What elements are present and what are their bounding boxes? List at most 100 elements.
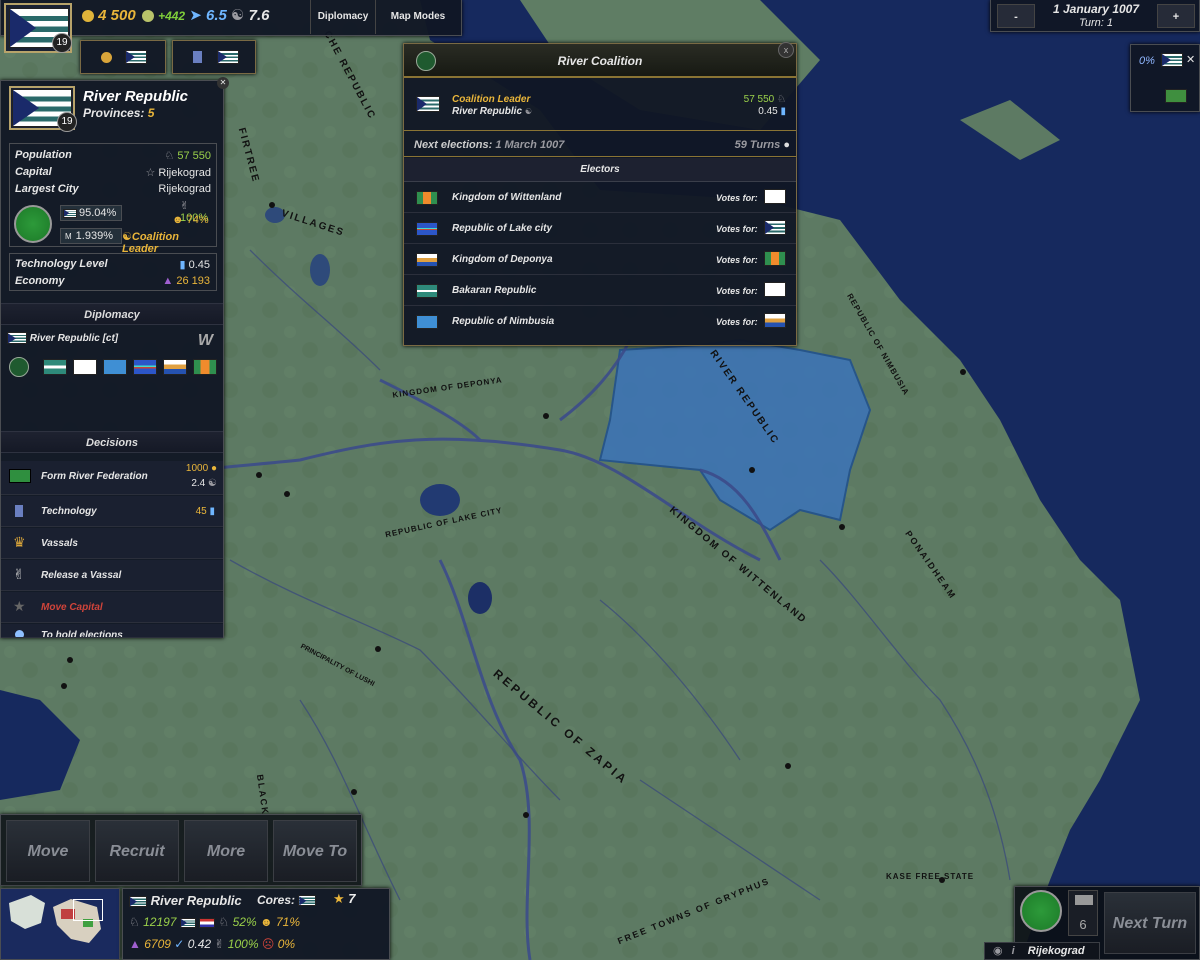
economy-value: 26 193	[176, 275, 210, 287]
vote-flag-icon	[764, 220, 786, 235]
economy-icon: ▲	[162, 275, 174, 287]
city-bar[interactable]: ◉ i Rijekograd	[984, 942, 1100, 960]
coalition-panel: River Coalition x Coalition Leader River…	[403, 42, 797, 346]
deponya-flag-icon	[416, 253, 438, 267]
map-label-kase: KASE FREE STATE	[886, 872, 975, 881]
diplomacy-entry[interactable]: River Republic [ct] W	[1, 327, 223, 351]
tab-map-modes[interactable]: Map Modes	[378, 0, 458, 34]
largest-city-label: Largest City	[15, 183, 79, 195]
clock-icon: ●	[783, 139, 790, 151]
country-flag[interactable]: 19	[9, 86, 77, 132]
bottom-pct-4: 0%	[277, 937, 296, 951]
close-button[interactable]: x	[778, 42, 794, 58]
handshake-icon: ☯	[524, 107, 532, 116]
handshake-icon: ☯	[122, 231, 132, 243]
leader-population: 57 550	[743, 94, 775, 105]
tab-diplomacy[interactable]: Diplomacy	[310, 0, 376, 34]
decision-form-river-federation[interactable]: Form River Federation 1000 ● 2.4 ☯	[1, 461, 223, 495]
top-right-indicator[interactable]: 0% ✕	[1130, 44, 1200, 112]
tech-label: Technology Level	[15, 258, 108, 270]
votes-label: Votes for:	[716, 193, 758, 203]
lake-city-flag-icon[interactable]	[133, 359, 157, 375]
decision-vassals[interactable]: ♛ Vassals	[1, 528, 223, 559]
army-counter[interactable]: 6	[1068, 890, 1098, 936]
votes-label: Votes for:	[716, 224, 758, 234]
date-minus-button[interactable]: -	[997, 4, 1035, 28]
bottom-pct-1: 52%	[232, 915, 257, 929]
move-button[interactable]: Move	[6, 820, 90, 882]
decision-move-capital[interactable]: ★ Move Capital	[1, 592, 223, 623]
federation-cost-stability: 2.4	[191, 478, 206, 489]
recruit-button[interactable]: Recruit	[95, 820, 179, 882]
date-plus-button[interactable]: +	[1157, 4, 1195, 28]
unrest-icon: ☹	[261, 937, 275, 951]
wittenland-flag-icon[interactable]	[193, 359, 217, 375]
economy-icon: ▲	[129, 937, 141, 951]
wittenland-flag-icon	[416, 191, 438, 205]
bakaran-flag-icon[interactable]	[43, 359, 67, 375]
hand-icon: ✌	[180, 200, 190, 212]
more-button[interactable]: More	[184, 820, 268, 882]
gold-value: 4 500	[98, 7, 136, 24]
quick-slot-1[interactable]	[80, 40, 166, 74]
player-flag[interactable]: 19	[4, 3, 72, 53]
m-icon: M	[65, 232, 72, 241]
bottom-flag-icon	[129, 896, 147, 908]
federation-cost-gold: 1000	[185, 463, 209, 474]
rank-badge: 19	[57, 112, 77, 132]
next-turn-button[interactable]: Next Turn	[1104, 892, 1196, 954]
tech-box: Technology Level ▮ 0.45 Economy ▲ 26 193	[9, 253, 217, 291]
deponya-flag-icon[interactable]	[163, 359, 187, 375]
leader-tech: 0.45	[758, 106, 778, 117]
book-icon: ▮	[209, 506, 215, 517]
coalition-emblem-icon[interactable]	[9, 357, 29, 377]
capital-star-icon: ☆	[145, 167, 156, 179]
stability-icon: ☯	[231, 7, 245, 24]
bottom-economy: 6709	[144, 937, 171, 951]
bakaran-emblem-flag-icon[interactable]	[73, 359, 97, 375]
population-label: Population	[15, 149, 72, 161]
stability-value: 7.6	[248, 7, 270, 24]
decision-release-vassal[interactable]: ✌ Release a Vassal	[1, 560, 223, 591]
lake-city-flag-icon	[416, 222, 438, 236]
move-to-button[interactable]: Move To	[273, 820, 357, 882]
provinces-value: 5	[147, 106, 155, 120]
vote-flag-icon	[764, 282, 786, 297]
army-count: 6	[1079, 917, 1087, 932]
turn-text: Turn: 1	[1078, 17, 1114, 29]
elector-row[interactable]: Kingdom of Wittenland Votes for:	[404, 183, 796, 213]
minimap[interactable]	[0, 888, 120, 960]
nimbusia-flag-icon[interactable]	[103, 359, 127, 375]
next-elections-date: 1 March 1007	[495, 139, 565, 151]
elector-row[interactable]: Kingdom of Deponya Votes for:	[404, 245, 796, 275]
star-icon: ★	[333, 891, 345, 906]
close-icon[interactable]: ✕	[217, 77, 229, 89]
elector-row[interactable]: Republic of Lake city Votes for:	[404, 214, 796, 244]
country-panel: ✕ 19 River Republic Provinces: 5 Populat…	[0, 77, 229, 638]
elector-row[interactable]: Bakaran Republic Votes for:	[404, 276, 796, 306]
bottom-pct-3: 100%	[227, 937, 259, 951]
rank-badge: 19	[52, 33, 72, 53]
leader-flag-icon[interactable]	[416, 96, 440, 112]
core-flag-icon	[298, 895, 317, 907]
w-icon[interactable]: W	[198, 329, 213, 353]
stability-icon: ☯	[208, 478, 217, 489]
happiness-icon: ☻	[172, 214, 184, 226]
close-icon[interactable]: ✕	[1186, 53, 1195, 66]
bottom-country-name: River Republic	[150, 893, 242, 908]
quick-slot-2[interactable]	[172, 40, 256, 74]
decision-technology[interactable]: Technology 45 ▮	[1, 496, 223, 527]
ideology-circle[interactable]	[1020, 890, 1062, 932]
largest-city-value: Rijekograd	[158, 183, 211, 195]
bottom-pct-2: 71%	[275, 915, 301, 929]
ideology-circle[interactable]	[14, 205, 52, 243]
hand-icon: ✌	[214, 937, 225, 951]
decision-hold-elections[interactable]: To hold elections	[1, 624, 223, 638]
capital-label: Capital	[15, 166, 52, 178]
gold-icon	[82, 10, 94, 23]
minimap-viewport[interactable]	[73, 899, 103, 921]
elector-row[interactable]: Republic of Nimbusia Votes for:	[404, 307, 796, 337]
tech-value: 0.45	[188, 259, 210, 271]
bottom-tech: 0.42	[187, 937, 212, 951]
technology-cost: 45	[195, 506, 207, 517]
